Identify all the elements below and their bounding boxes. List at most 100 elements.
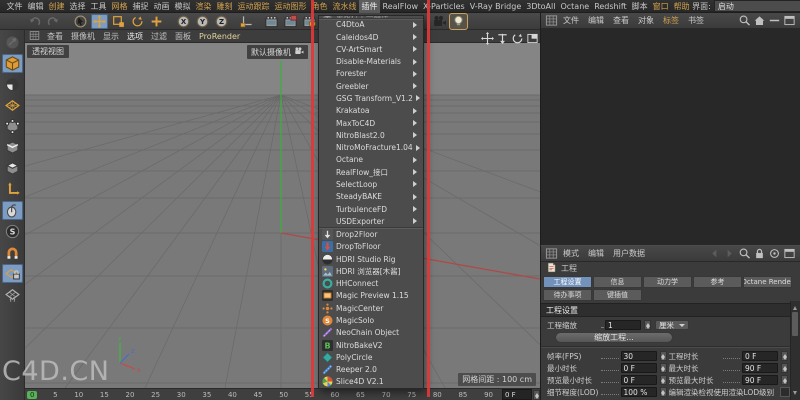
frame-stepper[interactable] [533,389,540,400]
attribute-manager-menu-编辑[interactable]: 编辑 [584,248,608,259]
nav-forward-icon[interactable] [723,247,736,260]
zoom-view-icon[interactable] [496,32,507,45]
plugin-menu-item-Reeper 2.0[interactable]: Reeper 2.0 [319,363,423,375]
menubar-item-动画[interactable]: 动画 [151,0,172,13]
plugin-menu-item-HHConnect[interactable]: HHConnect [319,278,423,290]
move-tool-button[interactable] [91,13,108,29]
redo-button[interactable] [45,14,62,29]
value-field[interactable]: 90 F [742,363,778,373]
pan-view-icon[interactable] [481,32,494,45]
perspective-viewport[interactable]: 查看摄像机显示选项过滤面板ProRender 透视视图 默认摄像机 [25,30,540,388]
interface-dropdown[interactable]: 启动 [713,0,800,12]
scrollbar-thumb[interactable] [792,312,798,336]
value-field[interactable]: 90 F [742,375,778,385]
tab-动力学[interactable]: 动力学 [643,276,692,288]
search-icon[interactable] [738,247,751,260]
section-header[interactable]: 工程设置 [541,303,800,317]
current-frame-field[interactable]: 0 F [502,389,532,400]
plugin-menu-item-SteadyBAKE[interactable]: SteadyBAKE [319,191,423,203]
value-stepper[interactable] [659,363,667,373]
menubar-item-帮助[interactable]: 帮助 [671,0,692,13]
plugin-menu-item-Krakatoa[interactable]: Krakatoa [319,105,423,117]
plugin-menu-item-Drop2Floor[interactable]: Drop2Floor [319,228,423,241]
plugin-menu-item-Magic Preview 1.15[interactable]: Magic Preview 1.15 [319,290,423,302]
texture-mode-button[interactable] [2,75,23,94]
menubar-item-选择[interactable]: 选择 [67,0,88,13]
undo-button[interactable] [26,14,43,29]
point-mode-button[interactable] [2,117,23,136]
menubar-item-V-Ray Bridge[interactable]: V-Ray Bridge [467,0,524,13]
render-view-button[interactable] [263,14,280,29]
snap-mode-button[interactable] [2,243,23,262]
menubar-item-网格[interactable]: 网格 [109,0,130,13]
viewport-menu-查看[interactable]: 查看 [43,31,67,42]
tweak-mode-button[interactable] [1,201,23,220]
value-field[interactable]: 0 F [620,363,657,373]
attribute-manager-menu-模式[interactable]: 模式 [559,248,583,259]
rotate-tool-button[interactable] [129,14,146,29]
panel-menu-icon[interactable] [545,14,558,27]
timeline-ruler[interactable]: 0 5 10 15 20 25 30 35 40 45 50 55 60 65 70 75 80 85 90 0 F [25,388,540,400]
workplane-lock-button[interactable] [1,264,23,283]
menubar-item-流水线[interactable]: 流水线 [330,0,359,13]
viewport-menu-icon[interactable] [29,30,41,42]
polygon-mode-button[interactable] [2,159,23,178]
plugin-menu-item-Octane[interactable]: Octane [319,154,423,166]
tab-Octane Render[interactable]: Octane Render [743,276,792,288]
viewport-menu-摄像机[interactable]: 摄像机 [67,31,99,42]
value-field[interactable]: 100 % [620,387,657,397]
render-picture-viewer-button[interactable] [282,14,299,29]
panel-menu-icon[interactable] [545,247,558,260]
plugin-menu-item-DropToFloor[interactable]: DropToFloor [319,241,423,253]
minimize-icon[interactable] [768,14,781,27]
menubar-item-3DtoAll[interactable]: 3DtoAll [524,0,558,13]
value-stepper[interactable] [781,351,788,361]
viewport-menu-ProRender[interactable]: ProRender [195,32,244,41]
object-manager-menu-文件[interactable]: 文件 [559,15,583,26]
plugin-menu-item-Slice4D V2.1[interactable]: Slice4D V2.1 [319,376,423,388]
value-stepper[interactable] [781,363,788,373]
viewport-menu-选项[interactable]: 选项 [123,31,147,42]
menubar-item-捕捉[interactable]: 捕捉 [130,0,151,13]
menubar-item-运动图形[interactable]: 运动图形 [272,0,309,13]
light-objects-button[interactable] [450,13,467,29]
plugin-menu-item-MagicCenter[interactable]: MagicCenter [319,302,423,314]
value-stepper[interactable] [659,375,667,385]
tab-信息[interactable]: 信息 [593,276,642,288]
menubar-item-模拟[interactable]: 模拟 [172,0,193,13]
plugin-menu-item-NitroBakeV2[interactable]: B NitroBakeV2 [319,339,423,351]
plugin-menu-item-MagicSolo[interactable]: S MagicSolo [319,314,423,326]
value-field[interactable]: 0 F [620,375,657,385]
plugin-menu-item-TurbulenceFD[interactable]: TurbulenceFD [319,203,423,215]
plugin-menu-item-Caleidos4D[interactable]: Caleidos4D [319,31,423,43]
value-field[interactable]: 30 [620,351,657,361]
menubar-item-Redshift[interactable]: Redshift [592,0,629,13]
viewport-menu-过滤[interactable]: 过滤 [147,31,171,42]
plugin-menu-item-MaxToC4D[interactable]: MaxToC4D [319,117,423,129]
plugin-menu-item-NitroMoFracture1.04[interactable]: NitroMoFracture1.04 [319,141,423,153]
plugin-menu-item-NeoChain Object[interactable]: NeoChain Object [319,327,423,339]
value-stepper[interactable] [644,320,651,330]
frame-ruler[interactable]: 0 5 10 15 20 25 30 35 40 45 50 55 60 65 70 75 80 85 90 [25,390,502,399]
object-manager-menu-书签[interactable]: 书签 [684,15,708,26]
lod-checkbox[interactable] [780,387,791,397]
value-field[interactable]: 0 F [742,351,778,361]
focus-icon[interactable] [768,247,781,260]
coordinate-system-button[interactable] [238,14,255,29]
menubar-item-窗口[interactable]: 窗口 [650,0,671,13]
workplane-mode-button[interactable] [2,96,23,115]
axis-mode-button[interactable] [2,180,23,199]
tab-键插值[interactable]: 键插值 [593,289,642,301]
model-mode-button[interactable] [1,54,23,73]
menubar-item-Octane[interactable]: Octane [558,0,592,13]
tab-参考[interactable]: 参考 [693,276,742,288]
plugin-menu-item-SelectLoop[interactable]: SelectLoop [319,178,423,190]
render-settings-button[interactable] [301,14,318,29]
value-stepper[interactable] [659,387,667,397]
plugin-menu-item-HDRI Studio Rig[interactable]: HDRI Studio Rig [319,253,423,265]
viewport-menu-显示[interactable]: 显示 [99,31,123,42]
view-label[interactable]: 透视视图 [27,45,69,58]
scale-tool-button[interactable] [110,14,127,29]
nav-back-icon[interactable] [708,247,721,260]
lock-x-axis-button[interactable]: X [175,14,192,29]
